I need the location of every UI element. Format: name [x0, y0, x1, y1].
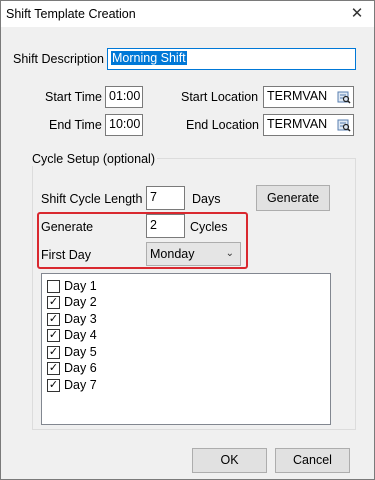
start-location-value: TERMVAN: [267, 89, 328, 103]
start-time-label: Start Time: [45, 90, 102, 104]
first-day-value: Monday: [150, 247, 195, 261]
shift-description-value: Morning Shift: [111, 51, 187, 65]
day-5-label: Day 5: [64, 345, 97, 359]
day-1-checkbox[interactable]: [47, 280, 60, 293]
generate-label: Generate: [41, 220, 94, 234]
end-time-label: End Time: [49, 118, 102, 132]
cycle-length-input[interactable]: 7: [146, 186, 185, 210]
first-day-label: First Day: [41, 248, 91, 262]
chevron-down-icon: ⌄: [225, 248, 234, 259]
dialog-window: Shift Template Creation ✕ Shift Descript…: [0, 0, 375, 480]
day-7-label: Day 7: [64, 378, 97, 392]
end-location-label: End Location: [186, 118, 259, 132]
ok-button[interactable]: OK: [192, 448, 267, 473]
end-location-input[interactable]: TERMVAN: [263, 114, 354, 136]
end-location-value: TERMVAN: [267, 117, 328, 131]
close-icon[interactable]: ✕: [340, 1, 374, 27]
day-5-checkbox[interactable]: ✓: [47, 346, 60, 359]
start-location-input[interactable]: TERMVAN: [263, 86, 354, 108]
cycle-setup-label: Cycle Setup (optional): [32, 152, 157, 166]
lookup-icon[interactable]: [337, 118, 351, 132]
shift-description-input[interactable]: Morning Shift: [107, 48, 356, 70]
window-title: Shift Template Creation: [6, 7, 136, 21]
generate-cycles-input[interactable]: 2: [146, 214, 185, 238]
lookup-icon[interactable]: [337, 90, 351, 104]
generate-button[interactable]: Generate: [256, 185, 330, 211]
day-4-label: Day 4: [64, 328, 97, 342]
cancel-button[interactable]: Cancel: [275, 448, 350, 473]
day-2-checkbox[interactable]: ✓: [47, 296, 60, 309]
days-list[interactable]: Day 1 ✓ Day 2 ✓ Day 3 ✓ Day 4 ✓ Day 5 ✓ …: [41, 273, 331, 425]
day-4-checkbox[interactable]: ✓: [47, 329, 60, 342]
day-1-label: Day 1: [64, 279, 97, 293]
day-6-label: Day 6: [64, 361, 97, 375]
start-location-label: Start Location: [181, 90, 259, 104]
cycle-length-unit: Days: [192, 192, 221, 206]
day-7-checkbox[interactable]: ✓: [47, 379, 60, 392]
generate-cycles-unit: Cycles: [190, 220, 228, 234]
day-3-checkbox[interactable]: ✓: [47, 313, 60, 326]
shift-description-label: Shift Description: [13, 52, 105, 66]
start-time-input[interactable]: 01:00: [105, 86, 143, 108]
cycle-length-label: Shift Cycle Length: [41, 192, 143, 206]
first-day-select[interactable]: Monday ⌄: [146, 242, 241, 266]
day-2-label: Day 2: [64, 295, 97, 309]
day-6-checkbox[interactable]: ✓: [47, 362, 60, 375]
title-bar: Shift Template Creation ✕: [1, 1, 374, 27]
day-3-label: Day 3: [64, 312, 97, 326]
end-time-input[interactable]: 10:00: [105, 114, 143, 136]
